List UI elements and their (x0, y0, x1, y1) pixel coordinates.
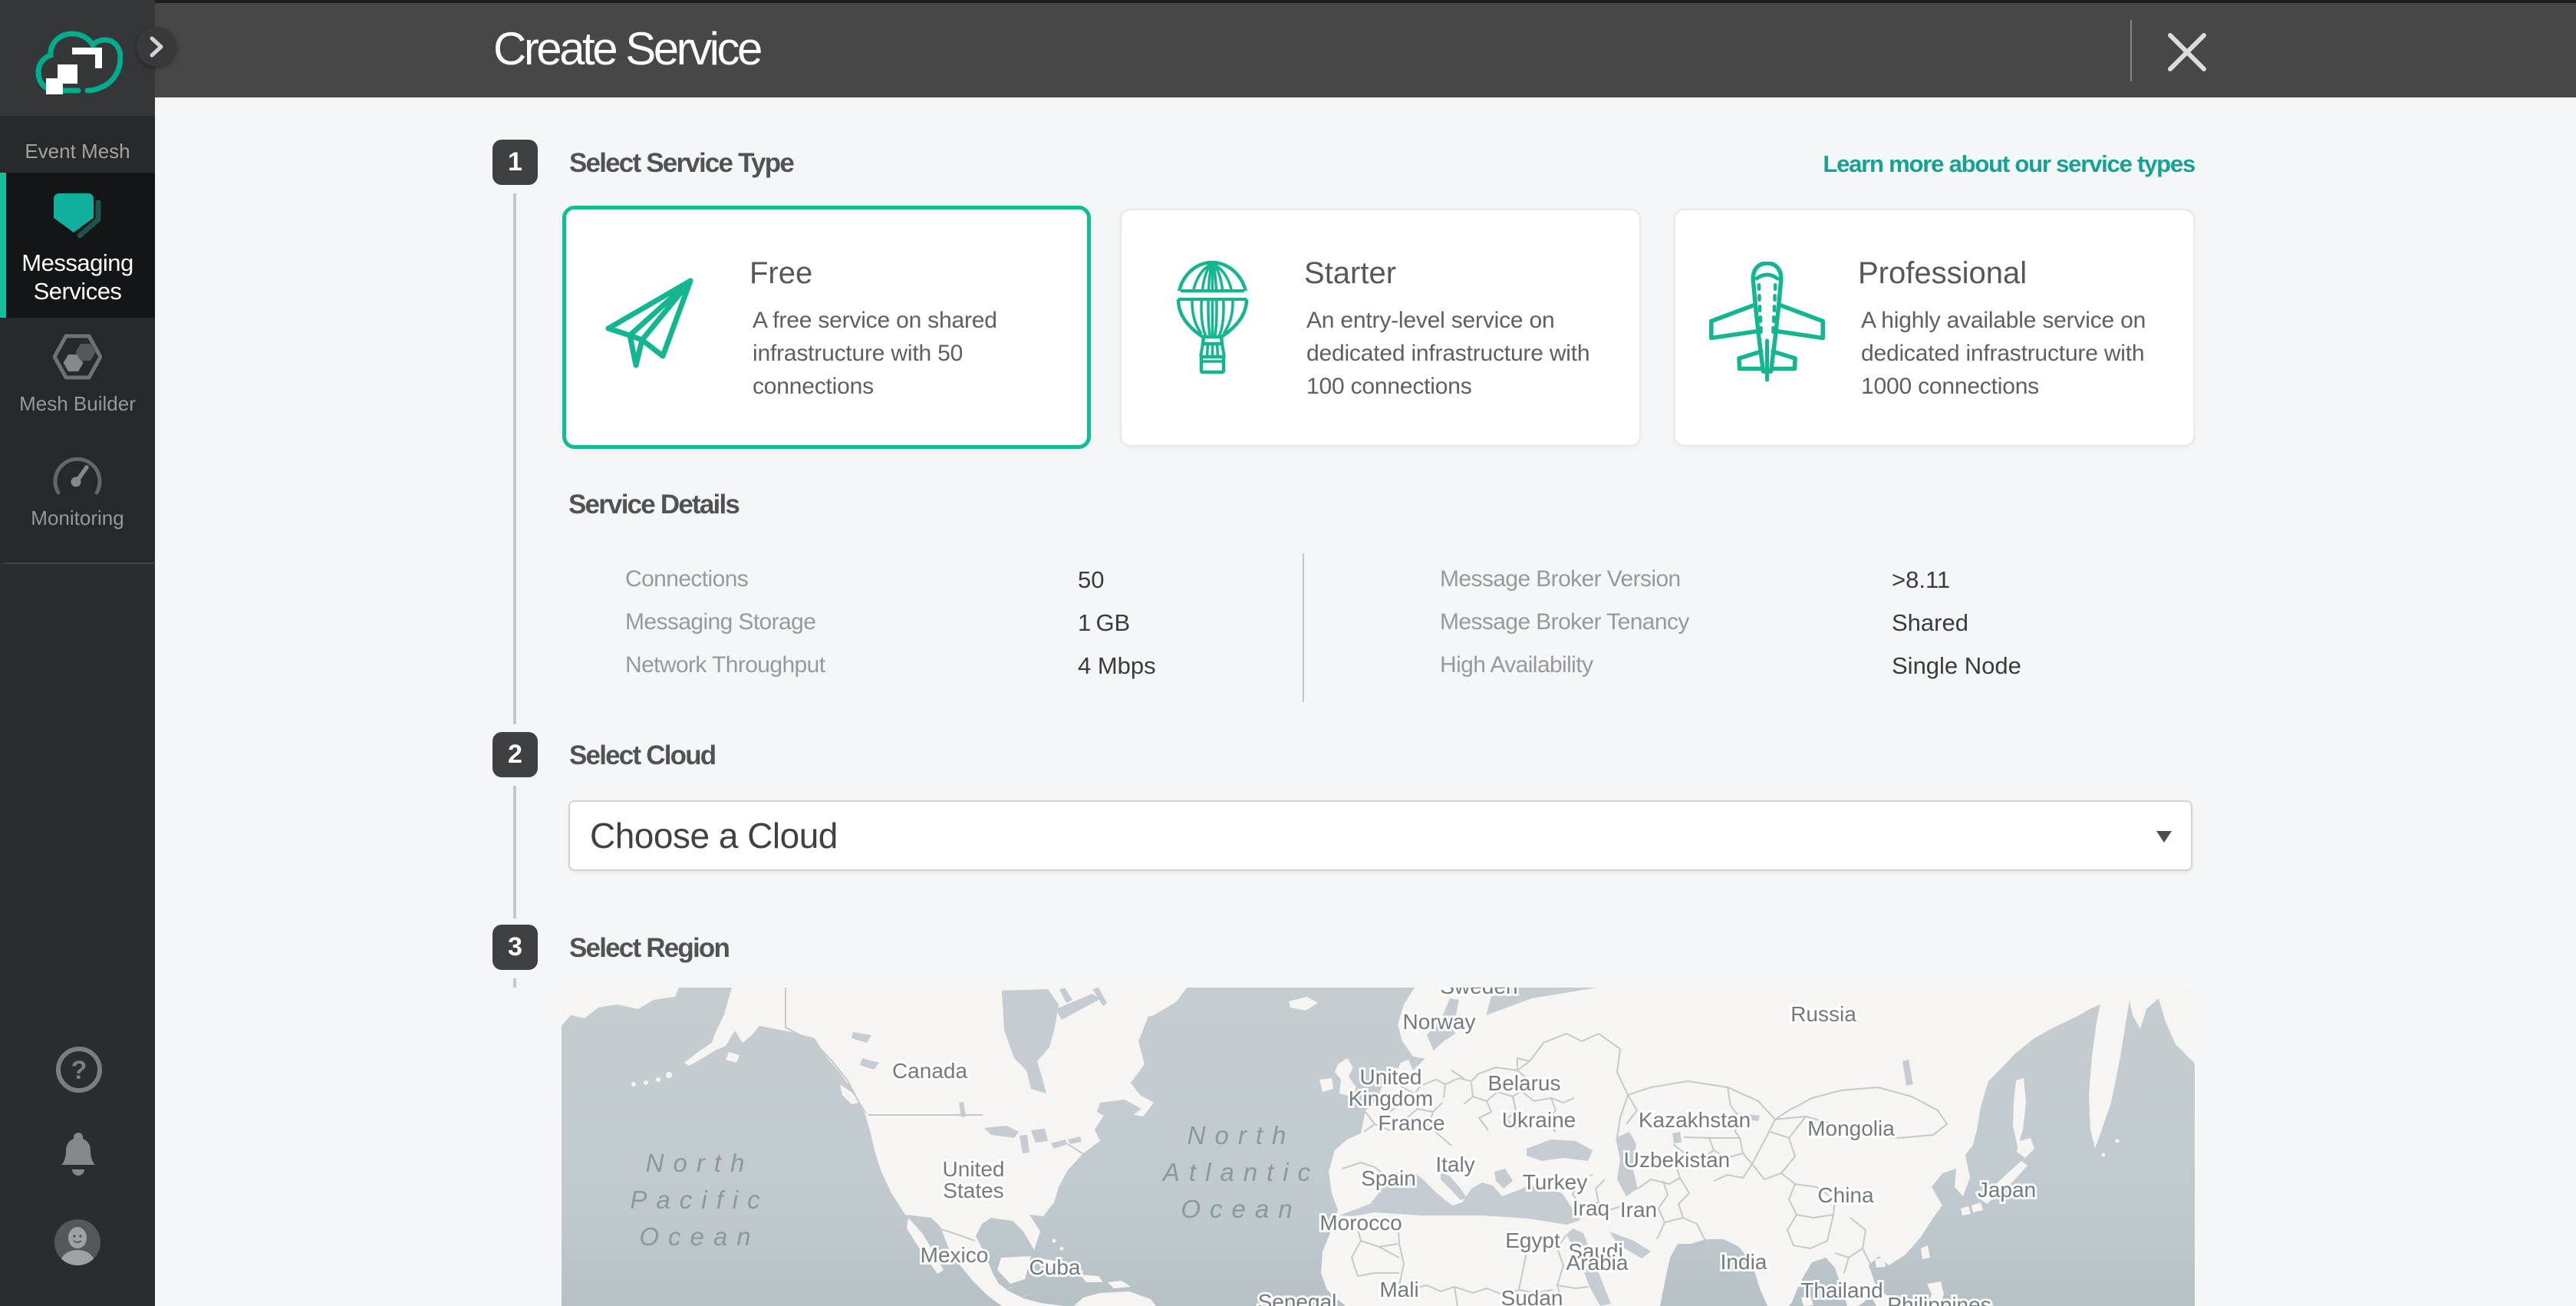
svg-text:Mexico: Mexico (921, 1243, 989, 1267)
svg-text:Pacific: Pacific (630, 1186, 769, 1214)
svg-text:Spain: Spain (1361, 1166, 1416, 1190)
svg-text:Thailand: Thailand (1800, 1278, 1883, 1302)
svg-text:Uzbekistan: Uzbekistan (1624, 1148, 1731, 1172)
svg-text:Philippines: Philippines (1887, 1293, 1991, 1306)
svg-text:Morocco: Morocco (1319, 1211, 1402, 1235)
svg-text:Iran: Iran (1620, 1198, 1657, 1222)
svg-text:Ocean: Ocean (1181, 1195, 1301, 1223)
svg-text:Italy: Italy (1435, 1153, 1474, 1176)
svg-text:Mongolia: Mongolia (1807, 1116, 1895, 1140)
svg-text:North: North (646, 1149, 754, 1177)
svg-text:Sweden: Sweden (1440, 988, 1517, 998)
svg-text:North: North (1188, 1121, 1296, 1149)
svg-text:Kingdom: Kingdom (1349, 1087, 1434, 1110)
svg-text:Egypt: Egypt (1505, 1228, 1560, 1252)
svg-text:?: ? (71, 1056, 87, 1085)
svg-text:Belarus: Belarus (1488, 1071, 1561, 1095)
svg-text:Ocean: Ocean (639, 1222, 759, 1251)
svg-text:Sudan: Sudan (1501, 1286, 1563, 1306)
svg-text:Atlantic: Atlantic (1161, 1158, 1319, 1186)
svg-text:Cuba: Cuba (1029, 1255, 1081, 1279)
svg-text:India: India (1721, 1250, 1767, 1274)
svg-text:Kazakhstan: Kazakhstan (1639, 1108, 1751, 1132)
svg-text:Canada: Canada (892, 1059, 968, 1083)
svg-text:Senegal: Senegal (1258, 1290, 1337, 1306)
svg-text:Iraq: Iraq (1573, 1196, 1609, 1220)
svg-text:China: China (1817, 1183, 1874, 1207)
svg-text:United: United (943, 1157, 1005, 1181)
svg-text:Russia: Russia (1790, 1002, 1856, 1026)
svg-text:Mali: Mali (1379, 1278, 1418, 1301)
svg-text:States: States (943, 1179, 1003, 1202)
svg-text:Japan: Japan (1978, 1178, 2036, 1202)
svg-text:France: France (1378, 1111, 1444, 1135)
svg-text:Arabia: Arabia (1566, 1251, 1629, 1275)
svg-text:Ukraine: Ukraine (1502, 1108, 1576, 1132)
svg-text:Turkey: Turkey (1523, 1170, 1588, 1194)
svg-text:Norway: Norway (1403, 1010, 1476, 1034)
svg-text:United: United (1360, 1065, 1422, 1089)
